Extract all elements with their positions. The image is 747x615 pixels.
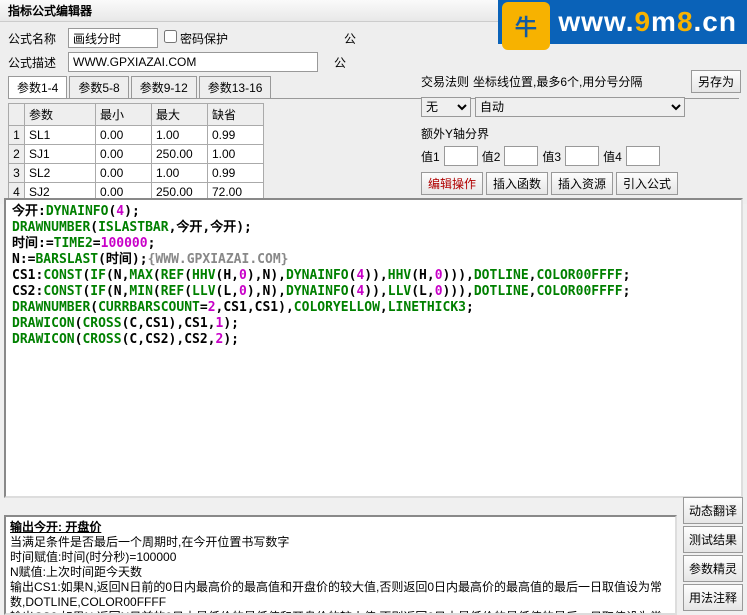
coord-label: 坐标线位置,最多6个,用分号分隔 xyxy=(473,73,687,90)
value-label: 值4 xyxy=(603,148,622,165)
param-def-input[interactable] xyxy=(208,164,263,182)
param-def-input[interactable] xyxy=(208,145,263,163)
output-line: 时间赋值:时间(时分秒)=100000 xyxy=(10,550,671,565)
param-header xyxy=(9,104,25,126)
rule-label: 交易法则 xyxy=(421,73,469,90)
param-min-input[interactable] xyxy=(96,126,151,144)
param-def-input[interactable] xyxy=(208,126,263,144)
action-button[interactable]: 编辑操作 xyxy=(421,172,483,195)
desc-right-label: 公 xyxy=(334,54,346,71)
table-row: 1 xyxy=(9,126,264,145)
password-checkbox[interactable] xyxy=(164,30,177,43)
name-label: 公式名称 xyxy=(8,30,62,47)
value-label: 值2 xyxy=(482,148,501,165)
output-line: N赋值:上次时间距今天数 xyxy=(10,565,671,580)
value-input[interactable] xyxy=(504,146,538,166)
output-line: 输出CS1:如果N,返回N日前的0日内最高价的最高值和开盘价的较大值,否则返回0… xyxy=(10,580,671,610)
param-name-input[interactable] xyxy=(25,145,95,163)
side-button[interactable]: 参数精灵 xyxy=(683,555,743,582)
param-header: 最小 xyxy=(96,104,152,126)
value-input[interactable] xyxy=(626,146,660,166)
output-area: 输出今开: 开盘价当满足条件是否最后一个周期时,在今开位置书写数字时间赋值:时间… xyxy=(4,515,677,615)
param-header: 缺省 xyxy=(208,104,264,126)
action-button[interactable]: 引入公式 xyxy=(616,172,678,195)
action-button[interactable]: 插入函数 xyxy=(486,172,548,195)
watermark-url: www.9m8.cn xyxy=(558,6,737,37)
param-max-input[interactable] xyxy=(152,145,207,163)
code-editor[interactable]: 今开:DYNAINFO(4);DRAWNUMBER(ISLASTBAR,今开,今… xyxy=(4,198,743,498)
param-max-input[interactable] xyxy=(152,126,207,144)
action-button[interactable]: 插入资源 xyxy=(551,172,613,195)
table-row: 3 xyxy=(9,164,264,183)
value-label: 值3 xyxy=(542,148,561,165)
desc-label: 公式描述 xyxy=(8,54,62,71)
side-button[interactable]: 用法注释 xyxy=(683,584,743,611)
param-header: 最大 xyxy=(152,104,208,126)
extra-axis-label: 额外Y轴分界 xyxy=(421,125,489,142)
value-input[interactable] xyxy=(565,146,599,166)
value-input[interactable] xyxy=(444,146,478,166)
rule-select[interactable]: 无 xyxy=(421,97,471,117)
param-table: 参数最小最大缺省1234 xyxy=(8,103,264,202)
param-tab[interactable]: 参数1-4 xyxy=(8,76,67,98)
param-min-input[interactable] xyxy=(96,164,151,182)
name-input[interactable] xyxy=(68,28,158,48)
table-row: 2 xyxy=(9,145,264,164)
param-tab[interactable]: 参数5-8 xyxy=(69,76,128,98)
param-name-input[interactable] xyxy=(25,164,95,182)
output-line: 输出今开: 开盘价 xyxy=(10,520,671,535)
output-line: 输出CS2:如果N,返回N日前的0日内最低价的最低值和开盘价的较小值,否则返回0… xyxy=(10,610,671,615)
watermark-logo-icon: 牛 xyxy=(502,2,550,50)
param-min-input[interactable] xyxy=(96,145,151,163)
output-line: 当满足条件是否最后一个周期时,在今开位置书写数字 xyxy=(10,535,671,550)
side-button[interactable]: 动态翻译 xyxy=(683,497,743,524)
type-label: 公 xyxy=(344,30,356,47)
param-tab[interactable]: 参数13-16 xyxy=(199,76,272,98)
side-button[interactable]: 测试结果 xyxy=(683,526,743,553)
param-max-input[interactable] xyxy=(152,164,207,182)
coord-select[interactable]: 自动 xyxy=(475,97,685,117)
param-tab[interactable]: 参数9-12 xyxy=(131,76,197,98)
watermark: 牛 www.9m8.cn xyxy=(498,0,747,44)
param-name-input[interactable] xyxy=(25,126,95,144)
side-buttons: 动态翻译测试结果参数精灵用法注释 xyxy=(683,497,743,611)
password-check[interactable]: 密码保护 xyxy=(164,30,228,47)
saveas-button[interactable]: 另存为 xyxy=(691,70,741,93)
param-header: 参数 xyxy=(25,104,96,126)
value-label: 值1 xyxy=(421,148,440,165)
desc-input[interactable] xyxy=(68,52,318,72)
